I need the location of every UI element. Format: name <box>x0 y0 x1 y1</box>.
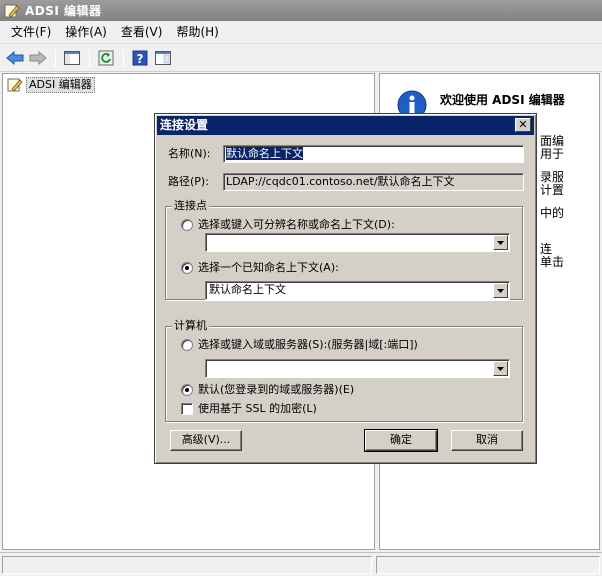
description-fragment: 中的 <box>540 206 565 220</box>
show-hide-tree-icon <box>64 51 80 65</box>
server-radio[interactable] <box>181 339 193 351</box>
name-label: 名称(N): <box>168 147 211 160</box>
window-title: ADSI 编辑器 <box>25 4 102 18</box>
adsi-edit-app-icon <box>4 3 20 19</box>
description-fragment: 用于 <box>540 147 565 161</box>
help-icon: ? <box>132 50 148 66</box>
dialog-title-bar: 连接设置 ✕ <box>157 116 534 135</box>
known-context-label: 选择一个已知命名上下文(A): <box>198 261 339 274</box>
properties-icon <box>155 51 171 65</box>
properties-button[interactable] <box>152 47 174 69</box>
distinguished-name-label: 选择或键入可分辨名称或命名上下文(D): <box>198 218 395 231</box>
known-context-radio[interactable] <box>181 262 193 274</box>
menu-bar: 文件(F) 操作(A) 查看(V) 帮助(H) <box>0 21 602 44</box>
tree-root-item[interactable]: ADSI 编辑器 <box>7 76 95 94</box>
default-server-radio[interactable] <box>181 384 193 396</box>
cancel-button[interactable]: 取消 <box>451 430 523 451</box>
toolbar: ? <box>0 45 602 72</box>
computer-group-title: 计算机 <box>172 319 209 333</box>
back-button[interactable] <box>4 47 26 69</box>
name-value: 默认命名上下文 <box>226 147 303 160</box>
path-value: LDAP://cqdc01.contoso.net/默认命名上下文 <box>226 175 455 188</box>
status-bar <box>0 552 602 576</box>
dropdown-button[interactable] <box>493 283 508 298</box>
menu-action[interactable]: 操作(A) <box>58 22 114 42</box>
distinguished-name-radio[interactable] <box>181 219 193 231</box>
chevron-down-icon <box>497 240 504 245</box>
welcome-title: 欢迎使用 ADSI 编辑器 <box>440 93 565 107</box>
name-input[interactable]: 默认命名上下文 <box>223 145 524 163</box>
close-button[interactable]: ✕ <box>515 118 531 132</box>
default-server-label: 默认(您登录到的域或服务器)(E) <box>198 383 355 396</box>
back-icon <box>6 51 24 65</box>
forward-button[interactable] <box>27 47 49 69</box>
ssl-checkbox[interactable] <box>181 403 193 415</box>
path-label: 路径(P): <box>168 175 209 188</box>
refresh-icon <box>98 50 114 66</box>
status-cell <box>2 556 372 574</box>
adsi-edit-node-icon <box>7 78 23 92</box>
menu-view[interactable]: 查看(V) <box>114 22 170 42</box>
dropdown-button[interactable] <box>493 235 508 250</box>
server-label: 选择或键入域或服务器(S):(服务器|域[:端口]) <box>198 338 418 351</box>
menu-help[interactable]: 帮助(H) <box>169 22 225 42</box>
toolbar-separator <box>89 49 90 67</box>
adsi-editor-window: ADSI 编辑器 文件(F) 操作(A) 查看(V) 帮助(H) ? ADSI … <box>0 0 602 576</box>
known-context-value: 默认命名上下文 <box>209 283 286 296</box>
help-button[interactable]: ? <box>129 47 151 69</box>
show-hide-tree-button[interactable] <box>61 47 83 69</box>
toolbar-separator <box>55 49 56 67</box>
connection-settings-dialog: 连接设置 ✕ 名称(N): 默认命名上下文 路径(P): LDAP://cqdc… <box>154 113 537 464</box>
title-bar: ADSI 编辑器 <box>0 0 602 21</box>
refresh-button[interactable] <box>95 47 117 69</box>
close-icon: ✕ <box>518 118 528 131</box>
server-combo[interactable] <box>205 359 510 378</box>
advanced-button[interactable]: 高级(V)... <box>170 430 242 451</box>
toolbar-separator <box>123 49 124 67</box>
dropdown-button[interactable] <box>493 361 508 376</box>
tree-root-label: ADSI 编辑器 <box>26 77 95 93</box>
svg-text:?: ? <box>137 52 144 66</box>
chevron-down-icon <box>497 288 504 293</box>
distinguished-name-combo[interactable] <box>205 233 510 252</box>
ok-button[interactable]: 确定 <box>364 429 438 452</box>
forward-icon <box>29 51 47 65</box>
dialog-title: 连接设置 <box>160 118 209 132</box>
ssl-label: 使用基于 SSL 的加密(L) <box>198 402 317 415</box>
path-field: LDAP://cqdc01.contoso.net/默认命名上下文 <box>223 173 524 191</box>
known-context-combo[interactable]: 默认命名上下文 <box>205 281 510 300</box>
menu-file[interactable]: 文件(F) <box>4 22 58 42</box>
connection-point-title: 连接点 <box>172 199 209 213</box>
description-fragment: 单击 <box>540 255 565 269</box>
chevron-down-icon <box>497 366 504 371</box>
status-cell <box>376 556 600 574</box>
description-fragment: 计置 <box>540 183 565 197</box>
